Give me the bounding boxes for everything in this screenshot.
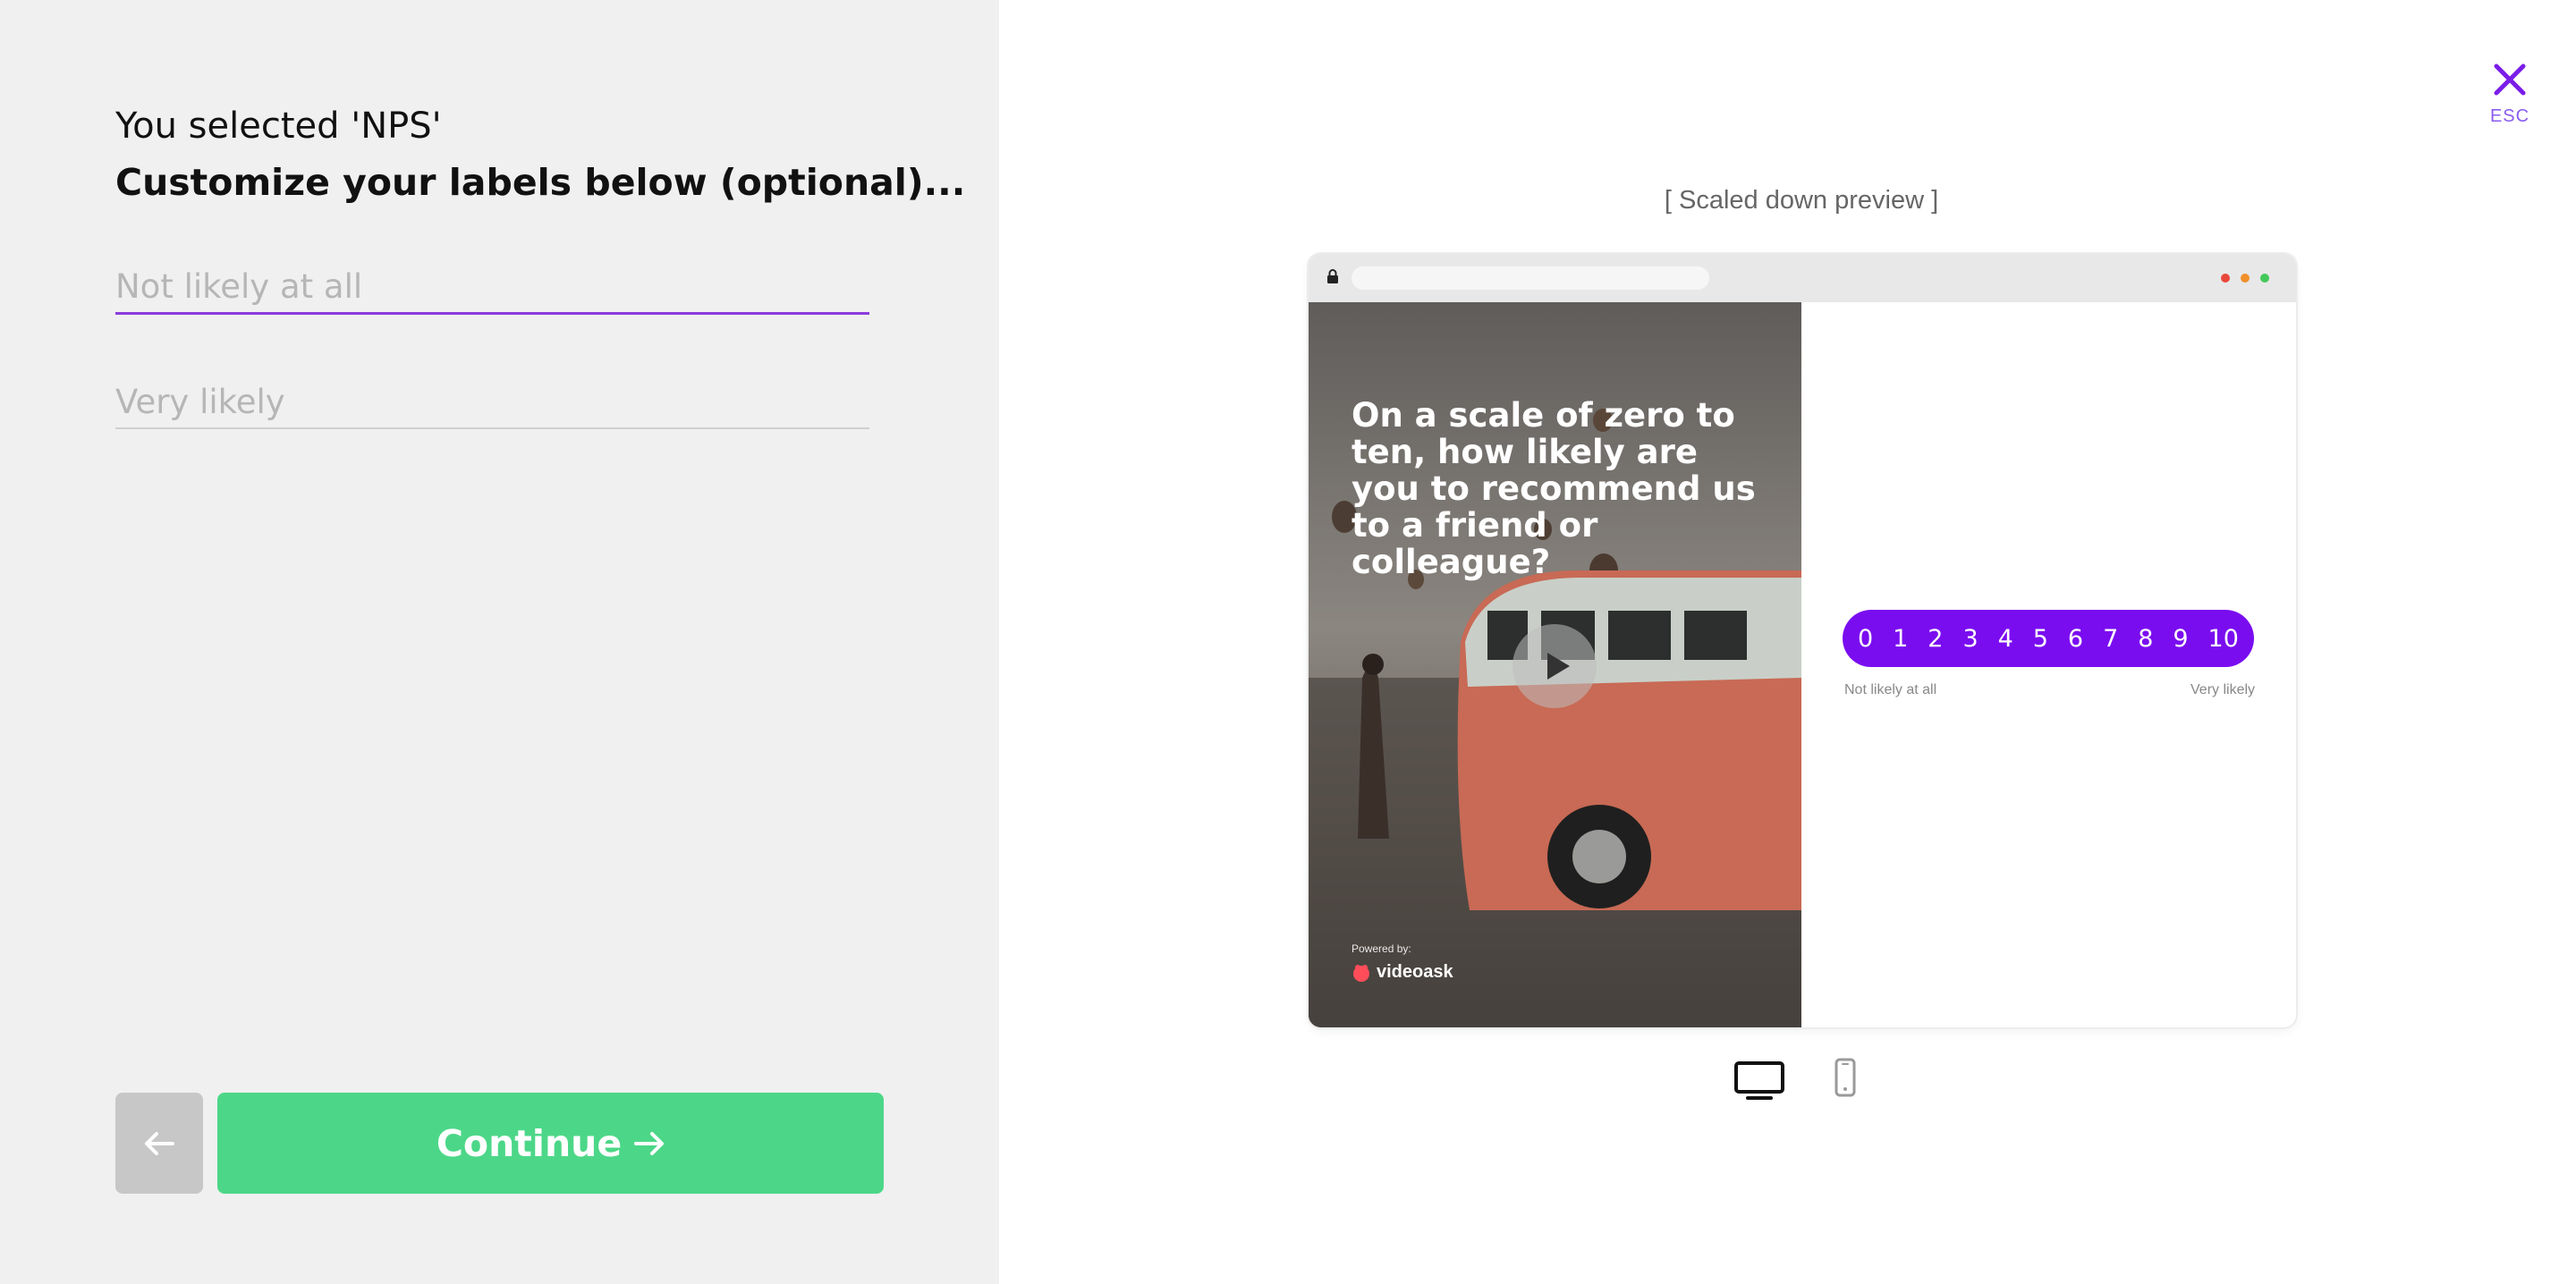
scale-option-0[interactable]: 0: [1858, 625, 1873, 653]
close-button[interactable]: ESC: [2483, 63, 2537, 127]
powered-by-label: Powered by:: [1352, 942, 1411, 955]
continue-label: Continue: [436, 1121, 623, 1165]
address-bar: [1352, 266, 1709, 290]
window-dot-red-icon: [2221, 274, 2230, 283]
scale-option-3[interactable]: 3: [1962, 625, 1978, 653]
back-button[interactable]: [115, 1093, 203, 1194]
editor-panel: You selected 'NPS' Customize your labels…: [0, 0, 999, 1284]
continue-button[interactable]: Continue: [217, 1093, 884, 1194]
scale-high-label: Very likely: [2190, 682, 2256, 697]
preview-caption: [ Scaled down preview ]: [1664, 186, 1939, 215]
videoask-logo-icon: [1353, 964, 1369, 982]
videoask-brand-name: videoask: [1377, 962, 1453, 982]
esc-label: ESC: [2489, 106, 2530, 126]
desktop-icon: [1734, 1061, 1784, 1100]
scale-option-9[interactable]: 9: [2173, 625, 2188, 653]
high-label-input[interactable]: [115, 376, 869, 429]
arrow-right-icon: [634, 1131, 665, 1155]
scale-option-1[interactable]: 1: [1893, 625, 1908, 653]
mobile-icon: [1835, 1058, 1856, 1097]
arrow-left-icon: [145, 1131, 174, 1155]
scale-option-5[interactable]: 5: [2033, 625, 2048, 653]
play-button[interactable]: [1513, 624, 1597, 708]
desktop-preview-button[interactable]: [1733, 1060, 1785, 1106]
nps-scale: 0 1 2 3 4 5 6 7 8 9 10: [1843, 610, 2254, 667]
window-dot-orange-icon: [2241, 274, 2250, 283]
close-icon: [2494, 63, 2526, 96]
scale-low-label: Not likely at all: [1844, 682, 1937, 697]
lock-icon: [1327, 269, 1338, 283]
scale-option-4[interactable]: 4: [1998, 625, 2013, 653]
scale-option-2[interactable]: 2: [1928, 625, 1943, 653]
window-dot-green-icon: [2260, 274, 2269, 283]
scale-option-8[interactable]: 8: [2138, 625, 2153, 653]
scale-option-7[interactable]: 7: [2103, 625, 2118, 653]
low-label-input[interactable]: [115, 261, 869, 315]
play-icon: [1547, 653, 1570, 680]
scale-option-10[interactable]: 10: [2208, 625, 2239, 653]
mobile-preview-button[interactable]: [1834, 1057, 1857, 1102]
video-pane: On a scale of zero to ten, how likely ar…: [1309, 302, 1801, 1027]
customize-labels-heading: Customize your labels below (optional)..…: [115, 161, 966, 204]
preview-question: On a scale of zero to ten, how likely ar…: [1352, 396, 1756, 581]
scale-option-6[interactable]: 6: [2068, 625, 2083, 653]
selected-type-text: You selected 'NPS': [115, 106, 442, 147]
browser-toolbar: [1309, 254, 2296, 302]
videoask-brand: videoask: [1352, 962, 1453, 983]
